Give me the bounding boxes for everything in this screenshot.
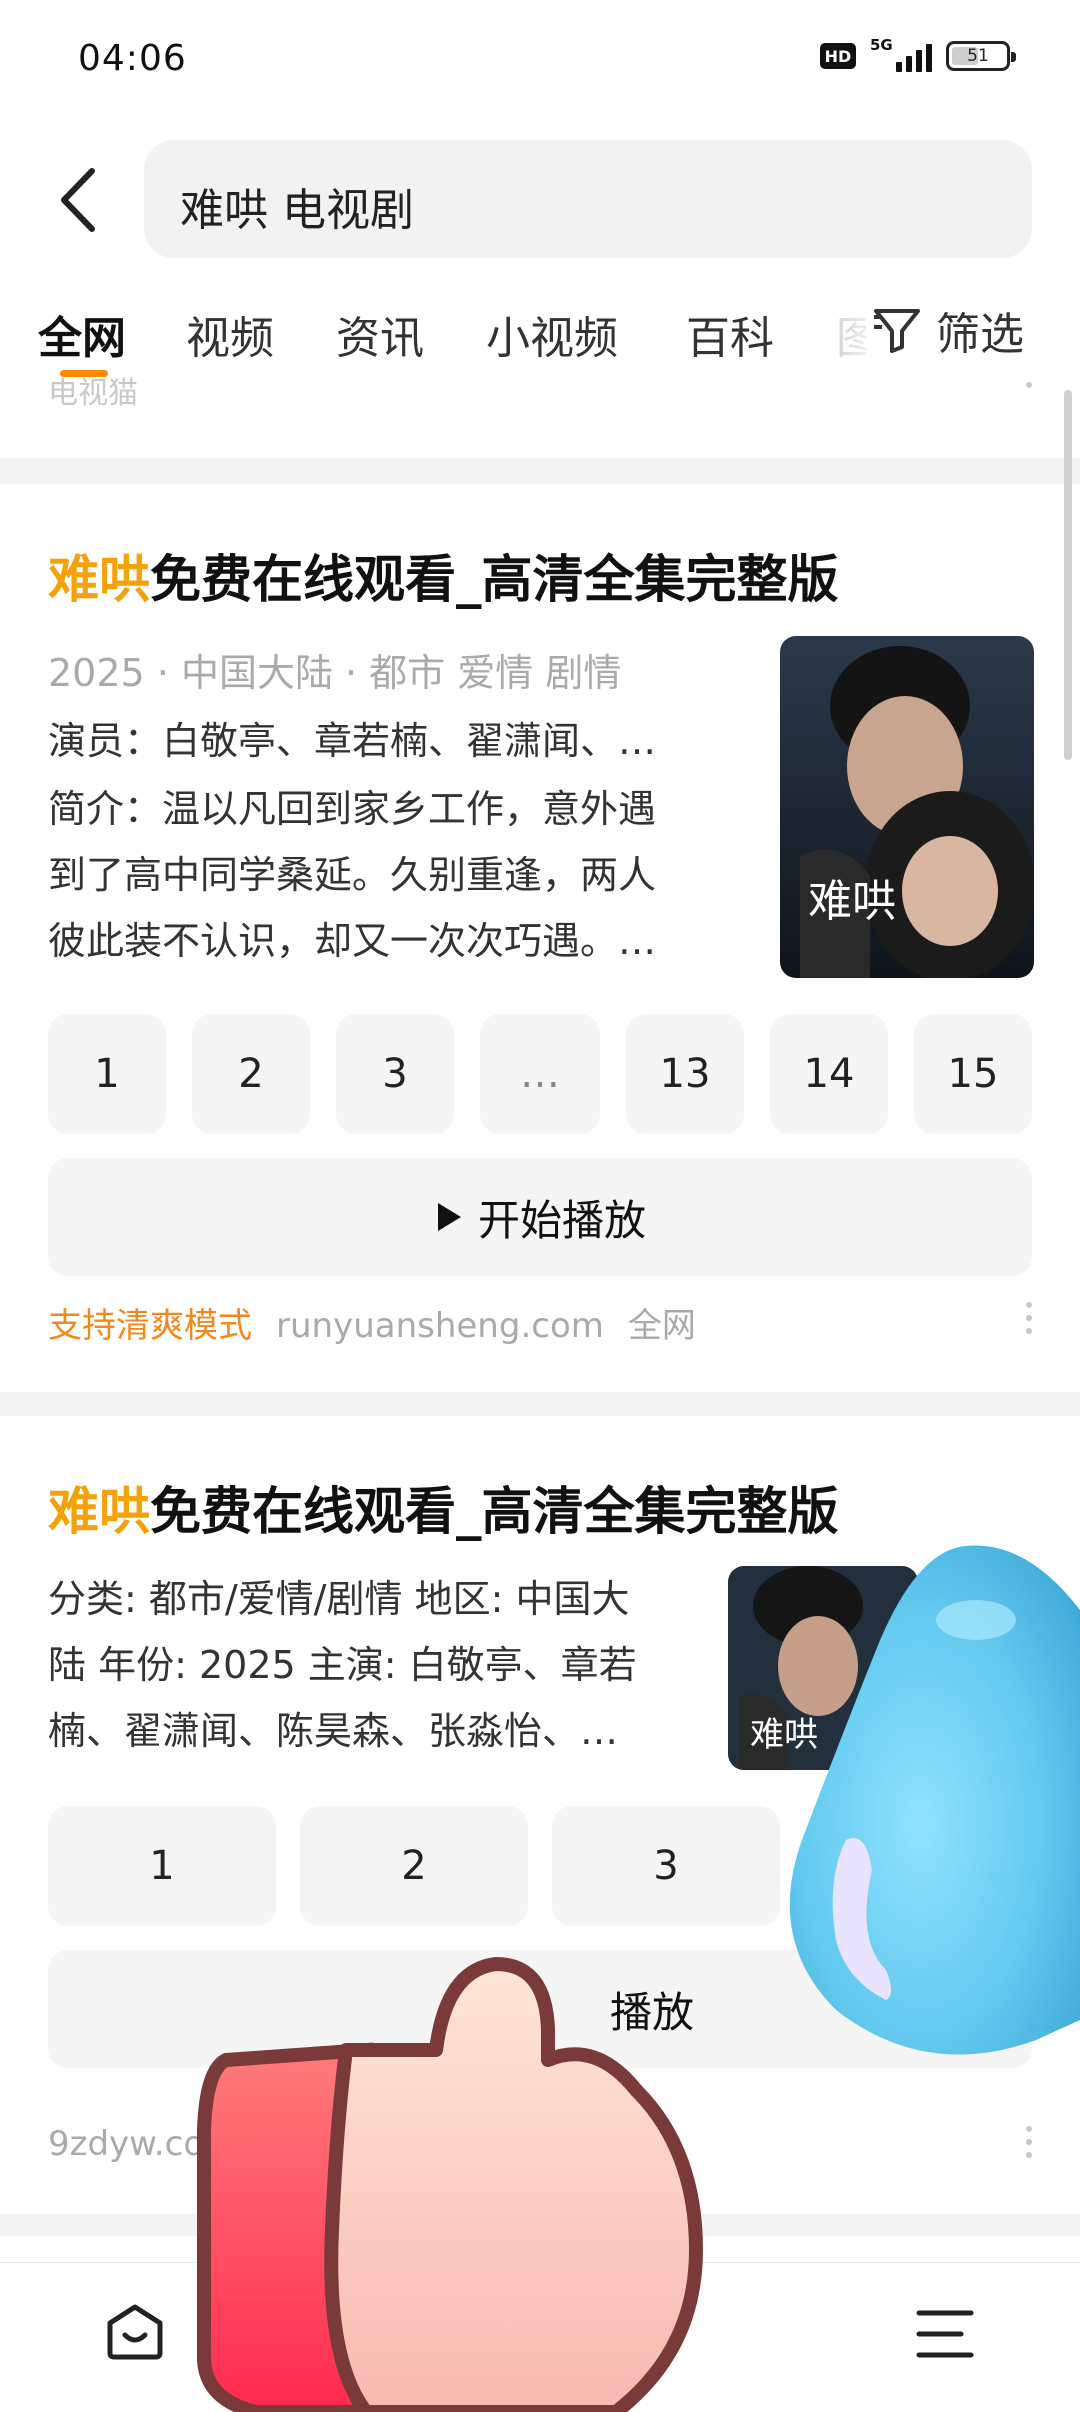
funnel-icon [874, 309, 920, 353]
chevron-left-icon [61, 168, 95, 232]
episode-button[interactable]: 1 [48, 1806, 276, 1926]
episode-button[interactable]: 15 [914, 1014, 1032, 1134]
more-icon[interactable] [1026, 1302, 1032, 1334]
water-drop-sticker [789, 1545, 1080, 2055]
menu-icon [916, 2310, 974, 2358]
more-icon[interactable] [1026, 2126, 1032, 2158]
back-button[interactable] [52, 165, 108, 235]
result1-meta: 2025 · 中国大陆 · 都市 爱情 剧情 [48, 651, 622, 695]
result2-desc-line: 分类: 都市/爱情/剧情 地区: 中国大 [48, 1577, 630, 1621]
episode-button[interactable]: 1 [48, 1014, 166, 1134]
battery-icon: 51 [946, 41, 1016, 71]
search-input[interactable]: 难哄 电视剧 [144, 140, 1032, 258]
episode-button[interactable]: 3 [336, 1014, 454, 1134]
search-query: 难哄 电视剧 [180, 185, 414, 236]
result1-cast: 演员：白敬亭、章若楠、翟潇闻、… [48, 719, 657, 763]
result2-desc-line: 楠、翟潇闻、陈昊森、张淼怡、… [48, 1709, 619, 1753]
episode-button[interactable]: 2 [300, 1806, 528, 1926]
result1-title[interactable]: 难哄免费在线观看_高清全集完整版 [48, 538, 839, 612]
network-label: 5G [870, 36, 893, 54]
divider [0, 458, 1080, 484]
scrollbar[interactable] [1064, 390, 1072, 760]
source-domain: runyuansheng.com [276, 1306, 604, 1346]
tab-short-video[interactable]: 小视频 [486, 302, 618, 366]
tab-encyclopedia[interactable]: 百科 [686, 302, 774, 366]
battery-level: 51 [967, 46, 989, 66]
episode-button[interactable]: 3 [552, 1806, 780, 1926]
tab-video[interactable]: 视频 [186, 302, 274, 366]
hd-icon: HD [820, 43, 856, 69]
home-button[interactable] [104, 2301, 166, 2365]
tab-news[interactable]: 资讯 [336, 302, 424, 366]
play-button[interactable]: 开始播放 [48, 1158, 1032, 1276]
status-bar: 04:06 HD 5G 51 [0, 0, 1080, 125]
episode-button[interactable]: 2 [192, 1014, 310, 1134]
filter-label: 筛选 [936, 309, 1024, 360]
thumbs-up-sticker [197, 1957, 703, 2412]
menu-button[interactable] [916, 2309, 974, 2363]
result1-intro-line: 彼此装不认识，却又一次次巧遇。… [48, 919, 657, 963]
play-label: 开始播放 [477, 1195, 646, 1245]
episode-button[interactable]: 14 [770, 1014, 888, 1134]
episode-more-button[interactable]: … [480, 1014, 600, 1134]
signal-icon: 5G [870, 36, 932, 72]
result2-desc-line: 陆 年份: 2025 主演: 白敬亭、章若 [48, 1643, 637, 1687]
result1-source: 支持清爽模式 runyuansheng.com 全网 [48, 1298, 696, 1347]
result2-title[interactable]: 难哄免费在线观看_高清全集完整版 [48, 1470, 839, 1544]
home-smile-icon [107, 2304, 163, 2360]
result1-intro-line: 简介：温以凡回到家乡工作，意外遇 [48, 787, 657, 831]
episode-button[interactable]: 13 [626, 1014, 744, 1134]
result1-poster[interactable]: 难哄 [780, 636, 1034, 978]
status-icons: HD 5G 51 [820, 36, 1016, 72]
tab-all[interactable]: 全网 [38, 302, 126, 366]
divider [0, 1392, 1080, 1416]
previous-result-source: 电视猫 [48, 376, 138, 411]
source-scope: 全网 [627, 1306, 696, 1346]
svg-text:难哄: 难哄 [808, 876, 896, 927]
status-time: 04:06 [78, 38, 187, 79]
result1-intro-line: 到了高中同学桑延。久别重逢，两人 [48, 853, 657, 897]
play-icon [437, 1203, 461, 1231]
clean-mode-tag: 支持清爽模式 [48, 1306, 252, 1346]
filter-button[interactable]: 筛选 [866, 300, 1024, 360]
more-icon[interactable] [1026, 382, 1032, 388]
